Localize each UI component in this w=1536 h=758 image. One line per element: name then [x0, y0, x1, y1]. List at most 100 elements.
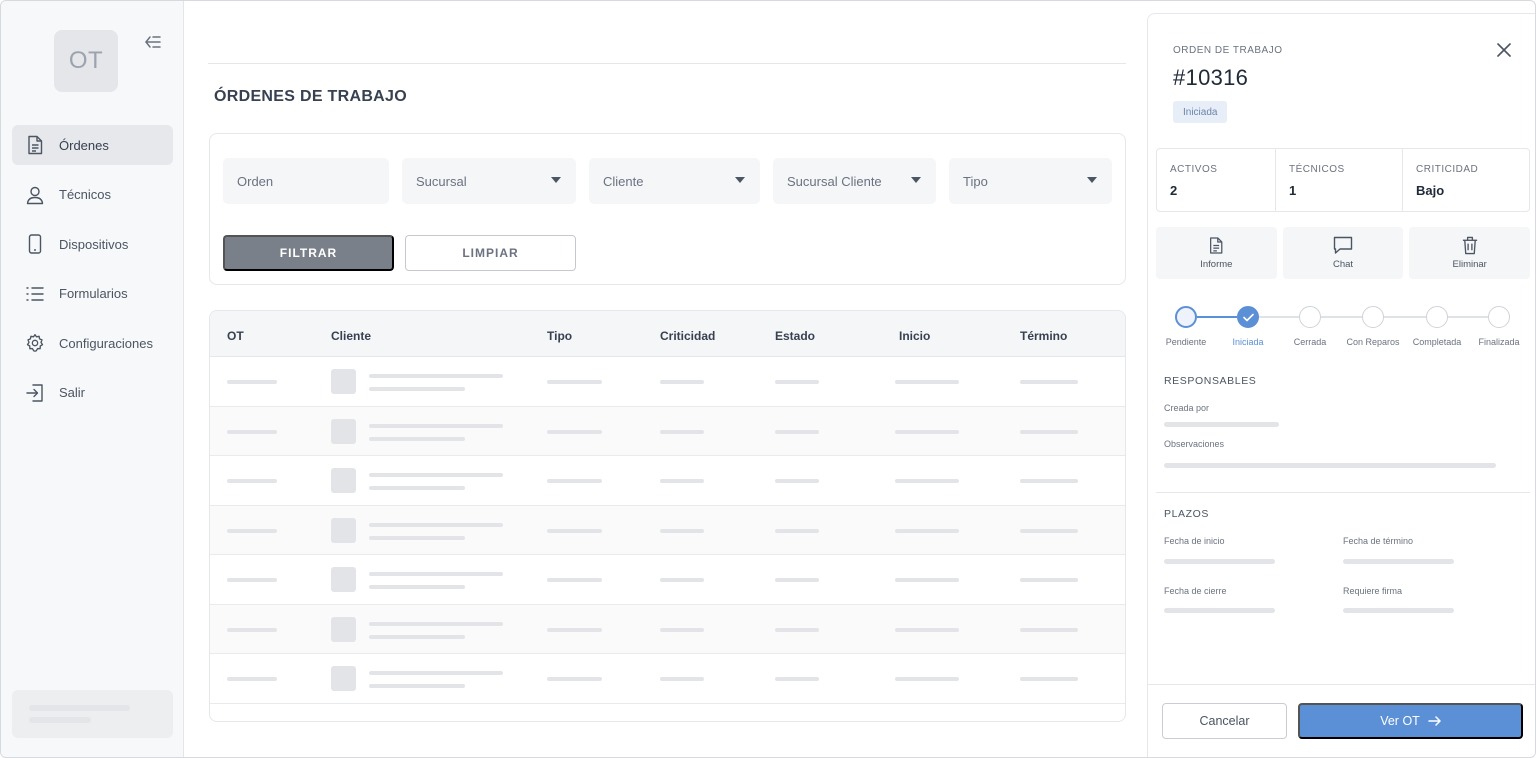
table-row[interactable] — [210, 604, 1125, 654]
filtrar-button[interactable]: FILTRAR — [223, 235, 394, 271]
step-label: Iniciada — [1232, 337, 1264, 347]
creada-por-label: Creada por — [1164, 403, 1210, 413]
sucursal-cliente-select[interactable]: Sucursal Cliente — [773, 158, 936, 204]
step-finalizada[interactable] — [1488, 306, 1510, 328]
cell-placeholder — [1020, 479, 1078, 483]
cell-placeholder — [775, 627, 819, 632]
table-row[interactable] — [210, 357, 1125, 407]
client-name-placeholder — [369, 423, 503, 428]
step-iniciada[interactable] — [1237, 306, 1259, 328]
table-row[interactable] — [210, 456, 1125, 506]
cell-placeholder — [1020, 429, 1078, 434]
logout-icon — [25, 383, 45, 403]
status-badge: Iniciada — [1173, 101, 1228, 123]
app-window: OT Órdenes Técnicos Dispositivos Formula… — [0, 0, 1536, 758]
client-name-placeholder — [369, 522, 503, 527]
client-avatar-placeholder — [331, 567, 356, 592]
step-label: Con Reparos — [1346, 337, 1400, 347]
chevron-down-icon — [911, 177, 921, 183]
sidebar-item-dispositivos[interactable]: Dispositivos — [12, 224, 173, 264]
step-connector — [1259, 316, 1299, 318]
cell-placeholder — [660, 528, 704, 533]
column-header-inicio[interactable]: Inicio — [899, 329, 930, 343]
cancel-button[interactable]: Cancelar — [1162, 703, 1287, 739]
check-icon — [1242, 313, 1254, 321]
client-avatar-placeholder — [331, 418, 356, 444]
user-icon — [25, 185, 45, 205]
action-label: Chat — [1332, 259, 1354, 270]
cell-placeholder — [547, 429, 602, 434]
chevron-down-icon — [735, 177, 745, 183]
sidebar-item-salir[interactable]: Salir — [12, 373, 173, 413]
sucursal-select[interactable]: Sucursal — [402, 158, 576, 204]
step-pendiente[interactable] — [1175, 306, 1197, 328]
document-icon — [25, 135, 45, 155]
client-detail-placeholder — [369, 387, 465, 391]
cell-placeholder — [660, 578, 704, 582]
column-header-estado[interactable]: Estado — [775, 329, 815, 343]
plazos-title: PLAZOS — [1164, 508, 1210, 520]
column-header-termino[interactable]: Término — [1020, 329, 1067, 343]
collapse-icon — [145, 36, 161, 48]
sidebar-item-configuraciones[interactable]: Configuraciones — [12, 323, 173, 363]
table-row[interactable] — [210, 505, 1125, 555]
close-icon — [1497, 43, 1511, 57]
column-header-ot[interactable]: OT — [227, 329, 244, 343]
orden-input[interactable]: Orden — [223, 158, 389, 204]
list-icon — [25, 284, 45, 304]
sidebar-item-tecnicos[interactable]: Técnicos — [12, 175, 173, 215]
column-header-criticidad[interactable]: Criticidad — [660, 329, 715, 343]
sidebar-item-label: Formularios — [59, 286, 128, 301]
cell-placeholder — [660, 429, 704, 434]
chat-button[interactable]: Chat — [1282, 227, 1404, 279]
cell-placeholder — [775, 380, 819, 384]
step-cerrada[interactable] — [1299, 306, 1321, 328]
user-profile-card[interactable] — [12, 690, 173, 738]
cell-placeholder — [227, 380, 277, 384]
stat-label: ACTIVOS — [1170, 164, 1218, 175]
tipo-select[interactable]: Tipo — [949, 158, 1112, 204]
client-name-placeholder — [369, 473, 503, 477]
step-connector — [1384, 316, 1426, 318]
ver-ot-button[interactable]: Ver OT — [1298, 703, 1523, 739]
cell-placeholder — [227, 528, 277, 533]
column-header-tipo[interactable]: Tipo — [547, 329, 572, 343]
step-label: Finalizada — [1478, 337, 1520, 347]
cell-placeholder — [1020, 627, 1078, 632]
limpiar-button[interactable]: LIMPIAR — [405, 235, 576, 271]
sucursal-label: Sucursal — [416, 173, 467, 189]
step-completada[interactable] — [1426, 306, 1448, 328]
column-header-cliente[interactable]: Cliente — [331, 329, 371, 343]
step-con-reparos[interactable] — [1362, 306, 1384, 328]
cell-placeholder — [547, 578, 602, 582]
collapse-sidebar-button[interactable] — [142, 31, 164, 53]
cell-placeholder — [895, 677, 959, 681]
order-stats: ACTIVOS 2 TÉCNICOS 1 CRITICIDAD Bajo — [1156, 148, 1530, 212]
sidebar-item-label: Salir — [59, 385, 86, 400]
stat-value: 1 — [1289, 183, 1297, 198]
eliminar-button[interactable]: Eliminar — [1409, 227, 1531, 279]
informe-button[interactable]: Informe — [1156, 227, 1277, 279]
client-detail-placeholder — [369, 535, 465, 540]
cell-placeholder — [547, 479, 602, 483]
client-detail-placeholder — [369, 585, 465, 589]
sidebar-item-formularios[interactable]: Formularios — [12, 274, 173, 314]
table-row[interactable] — [210, 654, 1125, 704]
close-panel-button[interactable] — [1494, 40, 1514, 60]
sidebar-item-ordenes[interactable]: Órdenes — [12, 125, 173, 165]
client-detail-placeholder — [369, 436, 465, 441]
cliente-select[interactable]: Cliente — [589, 158, 760, 204]
profile-role-placeholder — [29, 717, 91, 723]
cell-placeholder — [547, 677, 602, 681]
table-row[interactable] — [210, 555, 1125, 605]
panel-heading-label: ORDEN DE TRABAJO — [1173, 45, 1283, 56]
fecha-termino-label: Fecha de término — [1343, 536, 1414, 546]
step-connector — [1197, 316, 1237, 318]
cell-placeholder — [660, 479, 704, 483]
table-row[interactable] — [210, 406, 1125, 456]
client-name-placeholder — [369, 374, 503, 378]
filters-card: Orden Sucursal Cliente Sucursal Cliente … — [209, 133, 1126, 285]
trash-icon — [1462, 236, 1477, 255]
step-label: Pendiente — [1165, 337, 1207, 347]
orders-table: OT Cliente Tipo Criticidad Estado Inicio… — [209, 310, 1126, 722]
